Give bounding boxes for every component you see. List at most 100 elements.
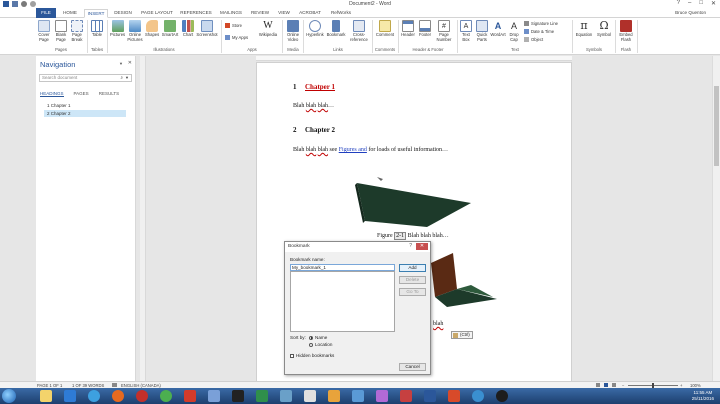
heading-chapter-2[interactable]: 2 Chapter 2: [293, 126, 335, 134]
web-layout-icon[interactable]: [612, 383, 616, 387]
object-button[interactable]: Object: [524, 37, 543, 42]
app-icon[interactable]: [400, 390, 412, 402]
app-icon[interactable]: [352, 390, 364, 402]
tab-acrobat[interactable]: ACROBAT: [296, 9, 324, 18]
store-button[interactable]: Store: [225, 23, 242, 28]
paragraph-2[interactable]: Blah blah blah see Figures and for loads…: [293, 147, 448, 153]
paragraph-1[interactable]: Blah blah blah…: [293, 103, 334, 109]
tab-home[interactable]: HOME: [58, 9, 82, 18]
proofing-icon[interactable]: [112, 383, 117, 387]
minimize-button[interactable]: –: [688, 0, 691, 7]
word-taskbar-icon[interactable]: [424, 390, 436, 402]
bookmark-name-input[interactable]: My_bookmark_1: [290, 264, 395, 271]
outlook-icon[interactable]: [64, 390, 76, 402]
redo-icon[interactable]: [30, 1, 36, 7]
tab-mailings[interactable]: MAILINGS: [216, 9, 246, 18]
sort-by-location-radio[interactable]: Location: [309, 342, 332, 347]
nav-heading-chapter-2[interactable]: 2 Chapter 2: [44, 110, 126, 117]
text-box-button[interactable]: A Text Box: [459, 20, 473, 42]
dialog-help-button[interactable]: ?: [409, 243, 412, 249]
quick-parts-button[interactable]: Quick Parts: [475, 20, 489, 42]
shapes-button[interactable]: Shapes: [145, 20, 159, 38]
terminal-icon[interactable]: [232, 390, 244, 402]
symbol-button[interactable]: Ω Symbol: [595, 20, 613, 38]
user-name[interactable]: Bruce Quenton: [675, 10, 706, 15]
vertical-scrollbar[interactable]: [712, 56, 720, 382]
chart-button[interactable]: Chart: [181, 20, 195, 38]
undo-icon[interactable]: [21, 1, 27, 7]
help-button[interactable]: ?: [677, 0, 680, 7]
figure-cross-reference-link[interactable]: Figures and: [339, 147, 367, 153]
page-break-button[interactable]: Page Break: [70, 20, 84, 42]
tab-insert[interactable]: INSERT: [84, 9, 108, 18]
bookmark-list[interactable]: [290, 271, 395, 332]
tab-view[interactable]: VIEW: [274, 9, 294, 18]
scrollbar-thumb[interactable]: [714, 86, 719, 166]
pictures-button[interactable]: Pictures: [110, 20, 125, 38]
search-options-icon[interactable]: ▼: [125, 75, 129, 81]
page-number-button[interactable]: # Page Number: [433, 20, 455, 42]
close-pane-icon[interactable]: ✕: [128, 60, 132, 66]
acrobat-icon[interactable]: [184, 390, 196, 402]
matlab-icon[interactable]: [328, 390, 340, 402]
cancel-button[interactable]: Cancel: [399, 363, 426, 371]
online-video-button[interactable]: Online Video: [285, 20, 301, 42]
chrome-icon[interactable]: [160, 390, 172, 402]
heading-chapter-1[interactable]: 1 Chatper 1: [293, 83, 335, 91]
print-layout-icon[interactable]: [604, 383, 608, 387]
app-icon[interactable]: [208, 390, 220, 402]
figure-1-shape[interactable]: [355, 175, 473, 231]
file-explorer-icon[interactable]: [40, 390, 52, 402]
equation-button[interactable]: π Equation: [574, 20, 594, 38]
hidden-bookmarks-checkbox[interactable]: Hidden bookmarks: [290, 353, 334, 358]
cross-reference-button[interactable]: Cross-reference: [348, 20, 370, 42]
tab-pages[interactable]: PAGES: [74, 91, 89, 97]
tab-refworks[interactable]: RefWorks: [326, 9, 356, 18]
hyperlink-button[interactable]: Hyperlink: [305, 20, 325, 38]
online-pictures-button[interactable]: Online Pictures: [127, 20, 143, 42]
comment-button[interactable]: Comment: [374, 20, 396, 38]
smartart-button[interactable]: SmartArt: [161, 20, 179, 38]
add-button[interactable]: Add: [399, 264, 426, 272]
go-to-button[interactable]: Go To: [399, 288, 426, 296]
delete-button[interactable]: Delete: [399, 276, 426, 284]
powerpoint-icon[interactable]: [448, 390, 460, 402]
nav-heading-chapter-1[interactable]: 1 Chapter 1: [44, 102, 126, 109]
maximize-button[interactable]: □: [699, 0, 703, 7]
figure-number-field[interactable]: 2-1: [394, 232, 407, 240]
app-icon[interactable]: [304, 390, 316, 402]
cover-page-button[interactable]: Cover Page: [37, 20, 51, 42]
figure-caption[interactable]: Figure 2-1 Blah blah blah…: [377, 232, 449, 240]
calculator-icon[interactable]: [280, 390, 292, 402]
excel-icon[interactable]: [256, 390, 268, 402]
start-button[interactable]: [2, 389, 16, 403]
tab-page-layout[interactable]: PAGE LAYOUT: [138, 9, 176, 18]
pane-options-icon[interactable]: ▼: [119, 61, 123, 66]
read-mode-icon[interactable]: [596, 383, 600, 387]
app-icon[interactable]: [376, 390, 388, 402]
paste-options-button[interactable]: (Ctrl): [451, 331, 473, 339]
drop-cap-button[interactable]: A Drop Cap: [507, 20, 521, 42]
internet-explorer-icon[interactable]: [88, 390, 100, 402]
app-icon[interactable]: [472, 390, 484, 402]
tab-headings[interactable]: HEADINGS: [40, 91, 64, 97]
bookmark-button[interactable]: Bookmark: [326, 20, 346, 38]
tab-results[interactable]: RESULTS: [99, 91, 119, 97]
dialog-close-button[interactable]: ✕: [416, 243, 428, 250]
my-apps-button[interactable]: My Apps: [225, 35, 248, 40]
header-button[interactable]: Header: [400, 20, 416, 38]
embed-flash-button[interactable]: Embed Flash: [617, 20, 635, 42]
firefox-icon[interactable]: [112, 390, 124, 402]
figure-2-shape[interactable]: [427, 253, 507, 309]
wikipedia-button[interactable]: W Wikipedia: [258, 20, 278, 38]
wordart-button[interactable]: A WordArt: [490, 20, 506, 38]
opera-icon[interactable]: [136, 390, 148, 402]
screenshot-button[interactable]: Screenshot: [196, 20, 218, 38]
tab-design[interactable]: DESIGN: [110, 9, 136, 18]
tab-file[interactable]: FILE: [36, 8, 56, 18]
save-icon[interactable]: [12, 1, 18, 7]
tab-references[interactable]: REFERENCES: [178, 9, 214, 18]
date-time-button[interactable]: Date & Time: [524, 29, 554, 34]
system-clock[interactable]: 11:55 AM 25/11/2016: [692, 390, 714, 401]
close-button[interactable]: ✕: [711, 0, 716, 7]
